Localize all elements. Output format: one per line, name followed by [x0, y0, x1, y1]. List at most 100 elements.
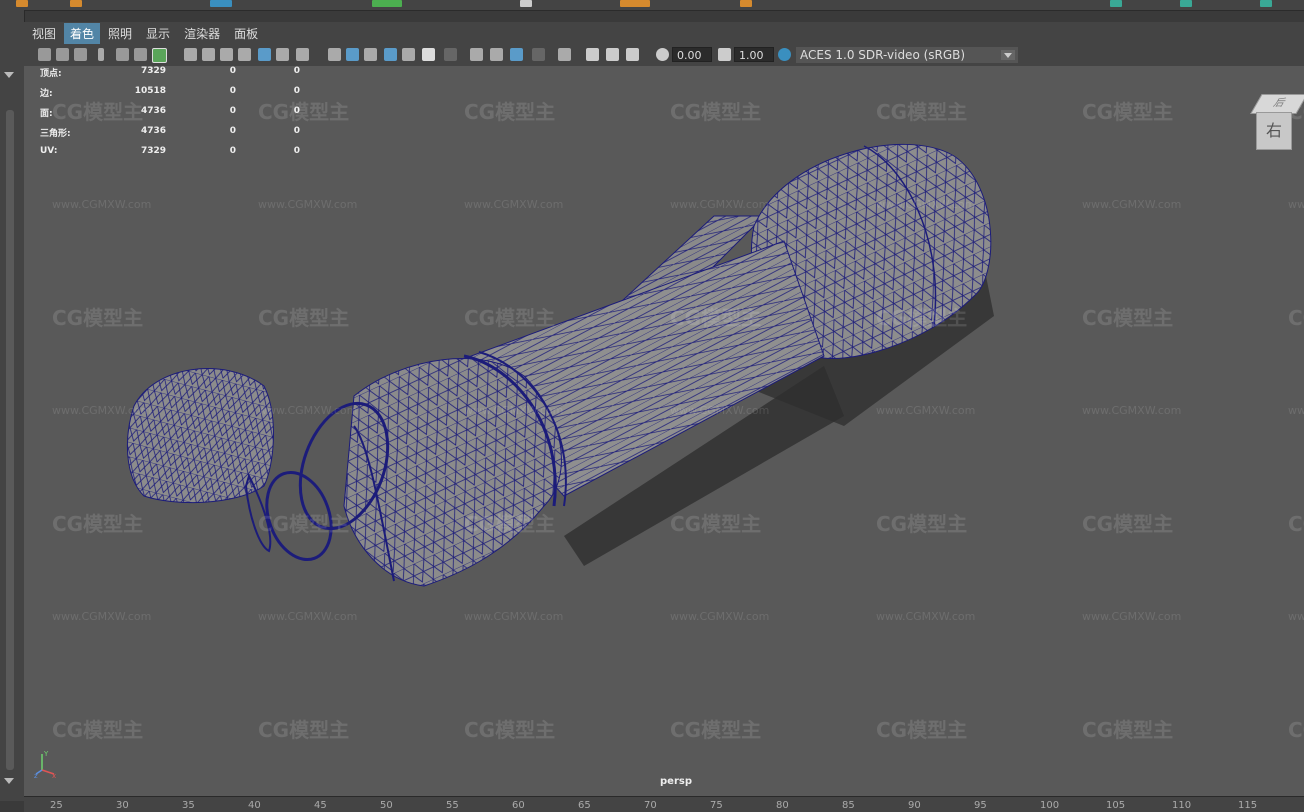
field-chart-icon[interactable] [258, 48, 271, 61]
watermark-logo: CG模型主 [464, 306, 556, 330]
safe-action-icon[interactable] [276, 48, 289, 61]
shelf-icon[interactable] [520, 0, 532, 7]
gate-mask-icon[interactable] [238, 48, 251, 61]
wireframe-icon[interactable] [328, 48, 341, 61]
top-shelf [0, 0, 1304, 11]
film-gate-icon[interactable] [202, 48, 215, 61]
menu-shading[interactable]: 着色 [64, 22, 101, 44]
view-transform-select[interactable]: ACES 1.0 SDR-video (sRGB) [796, 47, 1018, 63]
backface-icon[interactable] [626, 48, 639, 61]
shelf-icon[interactable] [1260, 0, 1272, 7]
resolution-gate-icon[interactable] [220, 48, 233, 61]
film-icon[interactable] [74, 48, 87, 61]
watermark-url: www.CGMXW.com [258, 610, 358, 623]
menu-panels[interactable]: 面板 [228, 23, 264, 44]
shelf-icon[interactable] [210, 0, 232, 7]
grid-icon[interactable] [184, 48, 197, 61]
color-management-icon[interactable] [778, 48, 791, 61]
exposure-icon[interactable] [656, 48, 669, 61]
axis-y-label: Y [43, 750, 49, 758]
ruler-tick-label: 65 [578, 800, 591, 811]
ruler-tick-label: 25 [50, 800, 63, 811]
depth-of-field-icon[interactable] [532, 48, 545, 61]
ruler-tick-label: 115 [1238, 800, 1258, 811]
watermark-url: www.CGMXW.com [1288, 404, 1304, 417]
shelf-icon[interactable] [740, 0, 752, 7]
menu-renderer[interactable]: 渲染器 [178, 23, 226, 44]
default-material-icon[interactable] [364, 48, 377, 61]
move-icon[interactable] [134, 48, 147, 61]
xray-icon[interactable] [402, 48, 415, 61]
safe-title-icon[interactable] [296, 48, 309, 61]
ruler-tick-label: 50 [380, 800, 393, 811]
watermark-logo: CG模型主 [1288, 512, 1304, 536]
shelf-icon[interactable] [620, 0, 650, 7]
wireframe-on-shaded-icon[interactable] [384, 48, 397, 61]
left-scrollbar[interactable] [0, 10, 25, 801]
watermark-url: www.CGMXW.com [52, 404, 152, 417]
shelf-icon[interactable] [1110, 0, 1122, 7]
xray-joints-icon[interactable] [586, 48, 599, 61]
watermark-url: www.CGMXW.com [876, 404, 976, 417]
shadows-icon[interactable] [444, 48, 457, 61]
view-cube[interactable]: 后 右 [1250, 92, 1304, 152]
watermark-url: www.CGMXW.com [258, 198, 358, 211]
watermark-url: www.CGMXW.com [52, 198, 152, 211]
ruler-tick-label: 70 [644, 800, 657, 811]
ruler-tick-label: 110 [1172, 800, 1192, 811]
shelf-icon[interactable] [1180, 0, 1192, 7]
gamma-icon[interactable] [718, 48, 731, 61]
anti-aliasing-icon[interactable] [510, 48, 523, 61]
scroll-up-arrow-icon[interactable] [4, 72, 14, 78]
watermark-logo: CG模型主 [464, 718, 556, 742]
lock-camera-icon[interactable] [56, 48, 69, 61]
ruler-tick-label: 30 [116, 800, 129, 811]
camera-icon[interactable] [38, 48, 51, 61]
watermark-logo: CG模型主 [876, 306, 968, 330]
ruler-tick-label: 60 [512, 800, 525, 811]
gamma-field[interactable]: 1.00 [734, 47, 774, 62]
xray-active-icon[interactable] [606, 48, 619, 61]
time-slider-ruler[interactable]: 25 30 35 40 45 50 55 60 65 70 75 80 85 90 95 100 105 110 1… [24, 796, 1304, 812]
scroll-thumb[interactable] [6, 110, 14, 770]
shelf-icon[interactable] [16, 0, 28, 7]
3d-viewport[interactable]: 顶点: 7329 0 0 边: 10518 0 0 面: 4736 0 0 三角… [24, 66, 1304, 796]
grease-pencil-icon[interactable] [152, 48, 167, 63]
exposure-field[interactable]: 0.00 [672, 47, 712, 62]
watermark-logo: CG模型主 [876, 718, 968, 742]
smooth-shade-icon[interactable] [346, 48, 359, 61]
panel-menu-bar: 视图 着色 照明 显示 渲染器 面板 [24, 22, 1304, 44]
ruler-tick-label: 40 [248, 800, 261, 811]
bookmark-icon[interactable] [98, 48, 104, 61]
light-icon[interactable] [422, 48, 435, 61]
menu-view[interactable]: 视图 [26, 23, 62, 44]
image-plane-icon[interactable] [116, 48, 129, 61]
watermark-url: www.CGMXW.com [1082, 404, 1182, 417]
axis-x-label: x [52, 772, 56, 778]
menu-lighting[interactable]: 照明 [102, 23, 138, 44]
watermark-logo: CG模型主 [1082, 718, 1174, 742]
watermark-logo: CG模型主 [670, 512, 762, 536]
flashlight-wireframe-model[interactable] [24, 66, 1304, 796]
ruler-tick-label: 75 [710, 800, 723, 811]
watermark-logo: CG模型主 [52, 306, 144, 330]
hud-row-triangles: 三角形: 4736 0 0 [40, 126, 300, 139]
view-cube-right-face[interactable]: 右 [1256, 112, 1292, 150]
watermark-logo: CG模型主 [52, 718, 144, 742]
watermark-logo: CG模型主 [464, 100, 556, 124]
isolate-select-icon[interactable] [558, 48, 571, 61]
shelf-icon[interactable] [372, 0, 402, 7]
hud-row-vertices: 顶点: 7329 0 0 [40, 66, 300, 79]
watermark-url: www.CGMXW.com [1082, 610, 1182, 623]
shelf-icon[interactable] [70, 0, 82, 7]
ruler-tick-label: 35 [182, 800, 195, 811]
ambient-occlusion-icon[interactable] [470, 48, 483, 61]
watermark-url: www.CGMXW.com [464, 610, 564, 623]
menu-show[interactable]: 显示 [140, 23, 176, 44]
motion-blur-icon[interactable] [490, 48, 503, 61]
chevron-down-icon[interactable] [1001, 50, 1015, 60]
scroll-down-arrow-icon[interactable] [4, 778, 14, 784]
view-cube-top-face[interactable]: 后 [1250, 94, 1304, 114]
axis-gizmo-icon: Y x z [34, 750, 56, 778]
watermark-logo: CG模型主 [1288, 718, 1304, 742]
